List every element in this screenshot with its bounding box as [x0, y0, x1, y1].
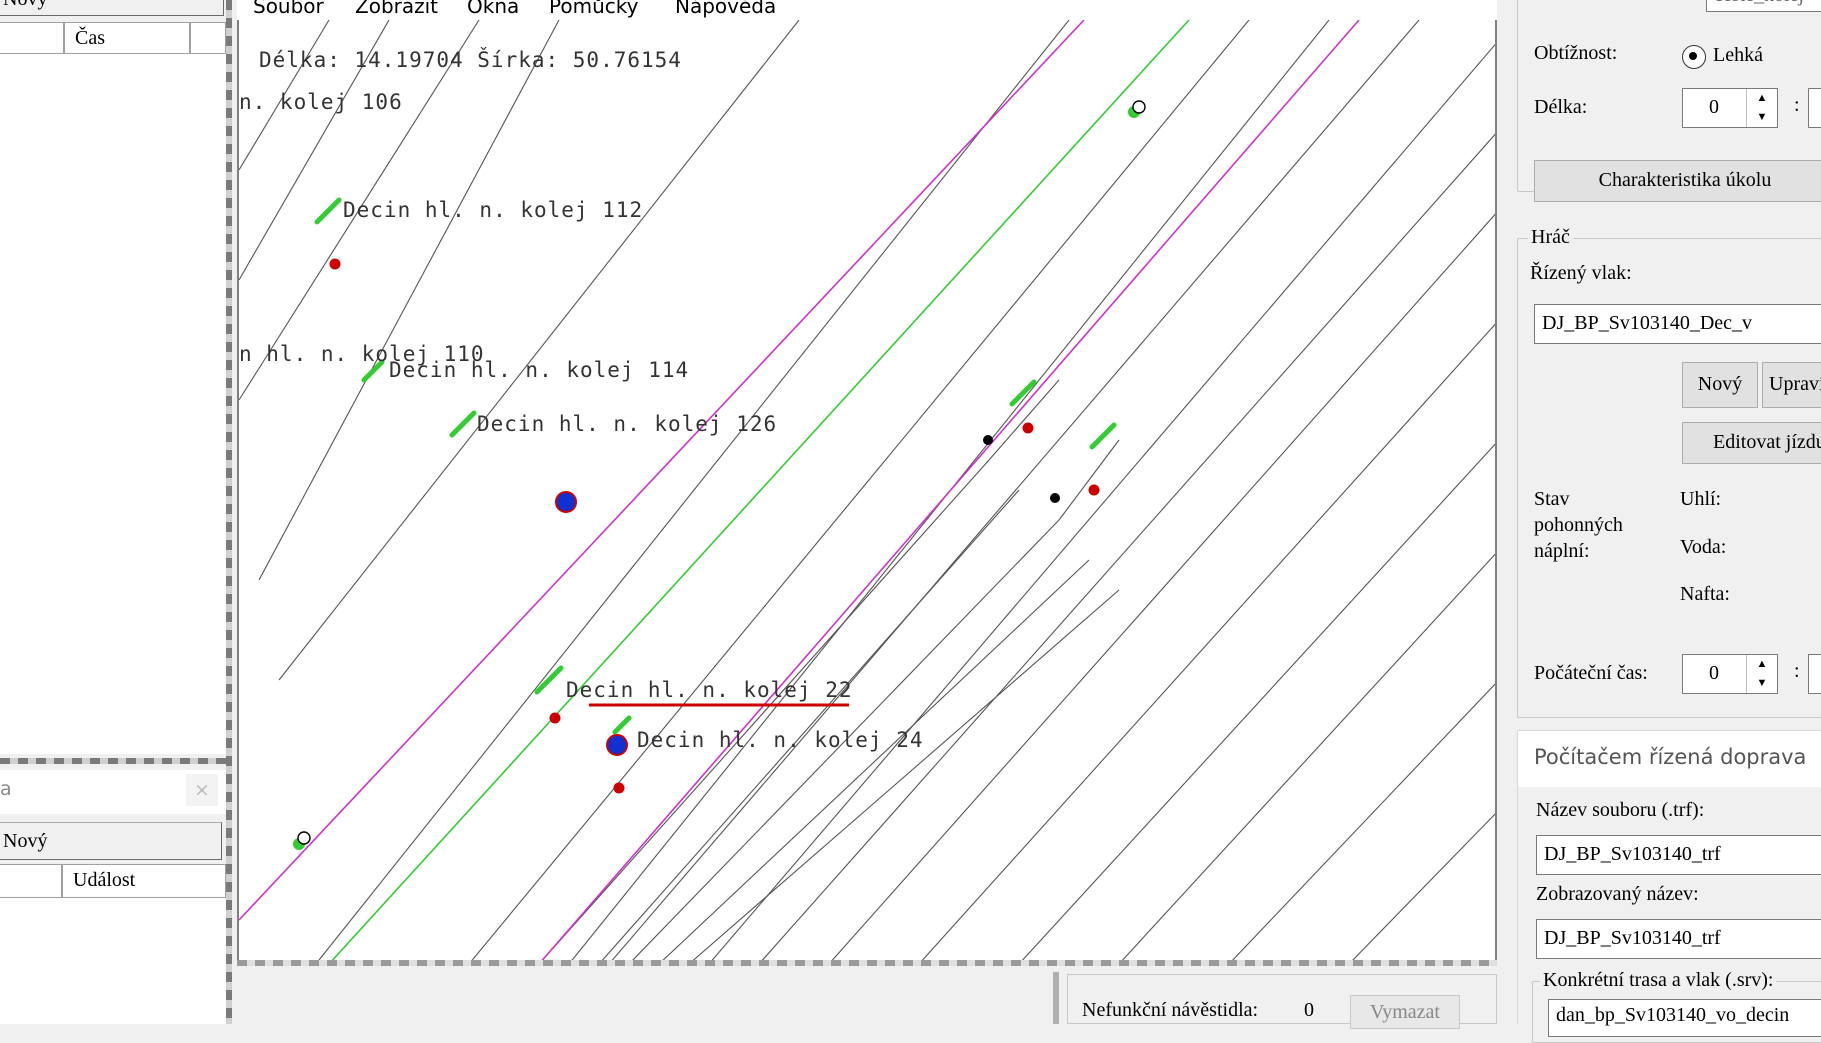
track-lines	[239, 20, 1495, 964]
coal-label: Uhlí:	[1680, 488, 1722, 510]
length-colon: :	[1794, 94, 1800, 116]
bottom-column-header-event[interactable]: Událost	[62, 864, 226, 898]
new-train-button[interactable]: Nový	[1682, 362, 1758, 408]
ai-traffic-body: Název souboru (.trf): DJ_BP_Sv103140_trf…	[1518, 787, 1821, 1043]
right-panel: ceste_kolej Obtížnost: Lehká Délka: 0 ▲▼…	[1510, 0, 1821, 1043]
splitter-horizontal[interactable]	[0, 758, 230, 764]
track-label-112[interactable]: Decin hl. n. kolej 112	[343, 198, 643, 222]
status-divider	[1053, 972, 1059, 1024]
edit-train-button[interactable]: Upravit	[1762, 362, 1821, 408]
display-name-input[interactable]: DJ_BP_Sv103140_trf	[1536, 919, 1821, 959]
route-input[interactable]: dan_bp_Sv103140_vo_decin	[1548, 999, 1821, 1037]
bottom-new-button[interactable]: Nový	[0, 822, 222, 860]
edit-ride-button[interactable]: Editovat jízdu	[1682, 422, 1821, 464]
length-value: 0	[1709, 96, 1719, 118]
track-label-114[interactable]: Decin hl. n. kolej 114	[389, 358, 689, 382]
spin-up-icon[interactable]: ▲	[1747, 655, 1777, 674]
start-time-colon: :	[1794, 660, 1800, 682]
water-label: Voda:	[1680, 536, 1727, 558]
close-icon[interactable]: ×	[186, 774, 218, 806]
filename-label: Název souboru (.trf):	[1536, 799, 1705, 821]
difficulty-label: Obtížnost:	[1534, 42, 1618, 64]
spin-down-icon[interactable]: ▼	[1747, 674, 1777, 693]
ai-traffic-title: Počítačem řízená doprava	[1534, 745, 1807, 769]
length-spinner[interactable]: 0 ▲ ▼	[1682, 88, 1778, 128]
left-panel: Nový Čas a × Nový Událost	[0, 0, 232, 1024]
start-time-minutes-spinner[interactable]	[1808, 654, 1821, 694]
track-map[interactable]: Délka: 14.19704 Šírka: 50.76154 n. kolej…	[237, 20, 1497, 964]
fuel-label-line2: pohonných	[1534, 514, 1623, 536]
route-legend: Konkrétní trasa a vlak (.srv):	[1540, 969, 1777, 992]
top-new-button[interactable]: Nový	[0, 0, 224, 16]
filename-input[interactable]: DJ_BP_Sv103140_trf	[1536, 835, 1821, 875]
bottom-list[interactable]	[0, 898, 226, 1024]
menu-file[interactable]: Soubor	[253, 0, 324, 18]
splitter-vertical[interactable]	[226, 0, 232, 1024]
controlled-train-input[interactable]: DJ_BP_Sv103140_Dec_v	[1534, 304, 1821, 344]
bottom-title: a	[0, 778, 12, 800]
difficulty-radio-easy[interactable]	[1682, 45, 1706, 69]
spin-down-icon[interactable]: ▼	[1747, 108, 1777, 127]
characteristics-button[interactable]: Charakteristika úkolu	[1534, 160, 1821, 202]
menu-windows[interactable]: Okna	[467, 0, 519, 18]
menu-tools[interactable]: Pomůcky	[549, 0, 638, 18]
menu-view[interactable]: Zobrazit	[355, 0, 438, 18]
signals-box: Nefunkční návěstidla: 0 Vymazat	[1067, 974, 1497, 1029]
bottom-column-header-1[interactable]	[0, 864, 62, 898]
start-time-spinner[interactable]: 0 ▲ ▼	[1682, 654, 1778, 694]
track-label-106[interactable]: n. kolej 106	[239, 90, 403, 114]
display-name-label: Zobrazovaný název:	[1536, 883, 1699, 905]
menu-bar: Soubor Zobrazit Okna Pomůcky Nápověda	[237, 0, 1497, 22]
signals-label: Nefunkční návěstidla:	[1082, 999, 1259, 1021]
top-column-header-3[interactable]	[190, 22, 226, 54]
length-minutes-spinner[interactable]	[1808, 88, 1821, 128]
top-column-header-time[interactable]: Čas	[64, 22, 190, 54]
track-label-126[interactable]: Decin hl. n. kolej 126	[477, 412, 777, 436]
task-top-input[interactable]: ceste_kolej	[1706, 0, 1821, 12]
diesel-label: Nafta:	[1680, 583, 1730, 605]
track-label-24[interactable]: Decin hl. n. kolej 24	[637, 728, 924, 752]
coordinates-readout: Délka: 14.19704 Šírka: 50.76154	[259, 48, 682, 72]
controlled-train-label: Řízený vlak:	[1530, 262, 1632, 284]
start-time-value: 0	[1709, 662, 1719, 684]
bottom-title-bar: a ×	[0, 770, 226, 814]
menu-help[interactable]: Nápověda	[675, 0, 776, 18]
fuel-label-line3: náplní:	[1534, 540, 1590, 562]
signals-count: 0	[1304, 999, 1314, 1021]
track-label-22[interactable]: Decin hl. n. kolej 22	[566, 678, 853, 702]
length-label: Délka:	[1534, 96, 1588, 118]
spin-up-icon[interactable]: ▲	[1747, 89, 1777, 108]
start-time-label: Počáteční čas:	[1534, 662, 1648, 684]
player-legend: Hráč	[1528, 226, 1573, 249]
difficulty-radio-label: Lehká	[1713, 44, 1763, 66]
top-column-header-1[interactable]	[0, 22, 64, 54]
ai-traffic-panel: Počítačem řízená doprava Název souboru (…	[1517, 730, 1821, 1043]
top-list[interactable]	[0, 54, 226, 754]
fuel-label-line1: Stav	[1534, 488, 1570, 510]
status-area: Nefunkční návěstidla: 0 Vymazat	[237, 966, 1497, 1029]
